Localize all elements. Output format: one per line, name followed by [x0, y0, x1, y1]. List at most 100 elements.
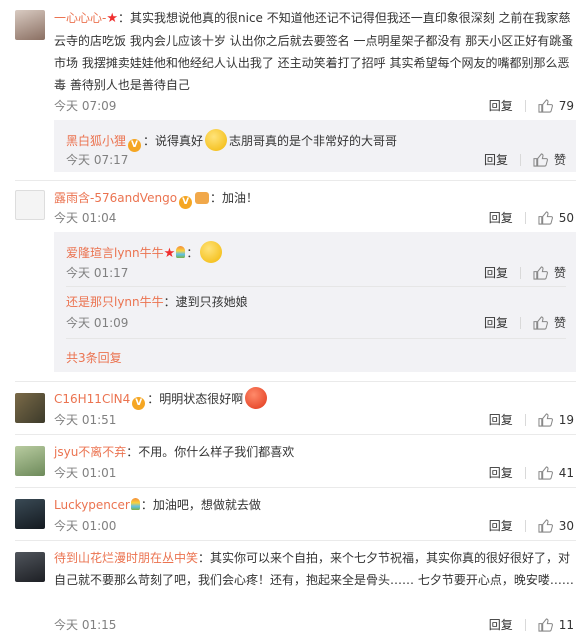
more-replies-link[interactable]: 共3条回复 — [66, 349, 122, 366]
comment-actions: 回复 50 — [489, 210, 574, 226]
avatar[interactable] — [15, 446, 45, 476]
reply-body-a: ：说得真好 — [143, 134, 204, 148]
divider — [519, 317, 521, 329]
reply-text: 黑白狐小狸 V ：说得真好 志朋哥真的是个非常好的大哥哥 — [66, 129, 566, 152]
username-link[interactable]: Luckypencer — [54, 498, 130, 512]
comment-item: 待到山花烂漫时朋在丛中笑：其实你可以来个自拍，来个七夕节祝福，其实你真的很好很好… — [0, 540, 586, 637]
like-button[interactable]: 赞 — [533, 152, 566, 168]
comment-item: 一心心心-★：其实我想说他真的很nice 不知道他还记不记得但我还一直印象很深刻… — [0, 0, 586, 178]
star-badge-icon: ★ — [163, 246, 176, 261]
bulb-badge-icon — [130, 498, 140, 510]
comment-item: C16H11ClN4 V ：明明状态很好啊 今天 01:51 回复 19 — [0, 381, 586, 433]
reply-button[interactable]: 回复 — [489, 98, 513, 114]
like-button[interactable]: 41 — [538, 465, 574, 481]
star-badge-icon: ★ — [106, 11, 118, 26]
comment-body: ：明明状态很好啊 — [147, 392, 244, 406]
reply-actions: 回复 赞 — [484, 265, 566, 281]
v-badge-icon: V — [179, 196, 193, 209]
thumbs-up-icon — [533, 153, 548, 167]
divider — [524, 414, 526, 426]
comment-text: C16H11ClN4 V ：明明状态很好啊 — [54, 387, 576, 410]
v-badge-icon: V — [132, 397, 146, 410]
like-button[interactable]: 79 — [538, 98, 574, 114]
like-label: 赞 — [553, 153, 566, 167]
reply-body: ： — [186, 246, 199, 260]
thumbs-up-icon — [538, 413, 553, 427]
reply-actions: 回复 赞 — [484, 152, 566, 168]
reply-time: 今天 01:09 — [66, 316, 129, 330]
reply-button[interactable]: 回复 — [489, 210, 513, 226]
username-link[interactable]: 爱隆瑄言lynn牛牛 — [66, 246, 164, 260]
comment-body: ：其实我想说他真的很nice 不知道他还记不记得但我还一直印象很深刻 之前在我家… — [54, 11, 574, 92]
reply-actions: 回复 赞 — [484, 315, 566, 331]
like-label: 赞 — [553, 316, 566, 330]
comment-body: ：不用。你什么样子我们都喜欢 — [126, 445, 295, 459]
comment-text: 待到山花烂漫时朋在丛中笑：其实你可以来个自拍，来个七夕节祝福，其实你真的很好很好… — [54, 547, 576, 591]
comment-actions: 回复 41 — [489, 465, 574, 481]
comment-item: jsyu不离不弃：不用。你什么样子我们都喜欢 今天 01:01 回复 41 — [0, 434, 586, 486]
thumbs-up-icon — [533, 316, 548, 330]
divider — [519, 154, 521, 166]
crying-laugh-emoji-icon — [205, 129, 228, 151]
reply-button[interactable]: 回复 — [489, 412, 513, 428]
comment-time: 今天 01:01 — [54, 466, 117, 480]
comment-time: 今天 01:51 — [54, 413, 117, 427]
comment-text: jsyu不离不弃：不用。你什么样子我们都喜欢 — [54, 441, 576, 463]
like-button[interactable]: 11 — [538, 617, 574, 633]
reply-button[interactable]: 回复 — [489, 518, 513, 534]
reply-body: ：逮到只孩她娘 — [163, 295, 248, 309]
like-button[interactable]: 50 — [538, 210, 574, 226]
comment-text: Luckypencer ：加油吧，想做就去做 — [54, 494, 576, 516]
thumbs-up-icon — [538, 466, 553, 480]
avatar[interactable] — [15, 552, 45, 582]
v-badge-icon: V — [128, 139, 142, 152]
like-label: 赞 — [553, 266, 566, 280]
divider — [524, 467, 526, 479]
bulb-badge-icon — [176, 246, 186, 258]
divider — [66, 338, 566, 339]
reply-list: 黑白狐小狸 V ：说得真好 志朋哥真的是个非常好的大哥哥 今天 07:17 回复 赞 — [54, 120, 576, 172]
comment-actions: 回复 79 — [489, 98, 574, 114]
reply-body-b: 志朋哥真的是个非常好的大哥哥 — [229, 134, 398, 148]
comment-text: 一心心心-★：其实我想说他真的很nice 不知道他还记不记得但我还一直印象很深刻… — [54, 7, 576, 96]
divider — [524, 212, 526, 224]
comment-item: Luckypencer ：加油吧，想做就去做 今天 01:00 回复 30 — [0, 487, 586, 539]
avatar[interactable] — [15, 499, 45, 529]
reply-button[interactable]: 回复 — [484, 265, 508, 281]
divider — [524, 100, 526, 112]
thumbs-up-icon — [538, 99, 553, 113]
like-button[interactable]: 赞 — [533, 315, 566, 331]
username-link[interactable]: jsyu不离不弃 — [54, 445, 126, 459]
divider — [524, 619, 526, 631]
comment-actions: 回复 19 — [489, 412, 574, 428]
like-button[interactable]: 30 — [538, 518, 574, 534]
avatar[interactable] — [15, 10, 45, 40]
reply-button[interactable]: 回复 — [484, 152, 508, 168]
comment-time: 今天 01:15 — [54, 618, 117, 632]
reply-button[interactable]: 回复 — [489, 465, 513, 481]
divider — [519, 267, 521, 279]
reply-text: 还是那只lynn牛牛：逮到只孩她娘 — [66, 291, 566, 313]
comment-body: ：加油！ — [210, 191, 259, 205]
like-button[interactable]: 19 — [538, 412, 574, 428]
reply-time: 今天 01:17 — [66, 266, 129, 280]
username-link[interactable]: 待到山花烂漫时朋在丛中笑 — [54, 551, 198, 565]
reply-button[interactable]: 回复 — [484, 315, 508, 331]
username-link[interactable]: 一心心心- — [54, 11, 106, 25]
comment-time: 今天 07:09 — [54, 99, 117, 113]
username-link[interactable]: 露雨含-576andVengo — [54, 191, 177, 205]
username-link[interactable]: C16H11ClN4 — [54, 392, 130, 406]
like-count: 11 — [558, 618, 574, 632]
avatar[interactable] — [15, 190, 45, 220]
thumbs-up-icon — [538, 519, 553, 533]
like-count: 30 — [558, 519, 574, 533]
like-count: 19 — [558, 413, 574, 427]
avatar[interactable] — [15, 393, 45, 423]
like-button[interactable]: 赞 — [533, 265, 566, 281]
reply-button[interactable]: 回复 — [489, 617, 513, 633]
comment-time: 今天 01:00 — [54, 519, 117, 533]
like-count: 41 — [558, 466, 574, 480]
username-link[interactable]: 还是那只lynn牛牛 — [66, 295, 164, 309]
username-link[interactable]: 黑白狐小狸 — [66, 134, 126, 148]
thumbs-up-icon — [538, 211, 553, 225]
